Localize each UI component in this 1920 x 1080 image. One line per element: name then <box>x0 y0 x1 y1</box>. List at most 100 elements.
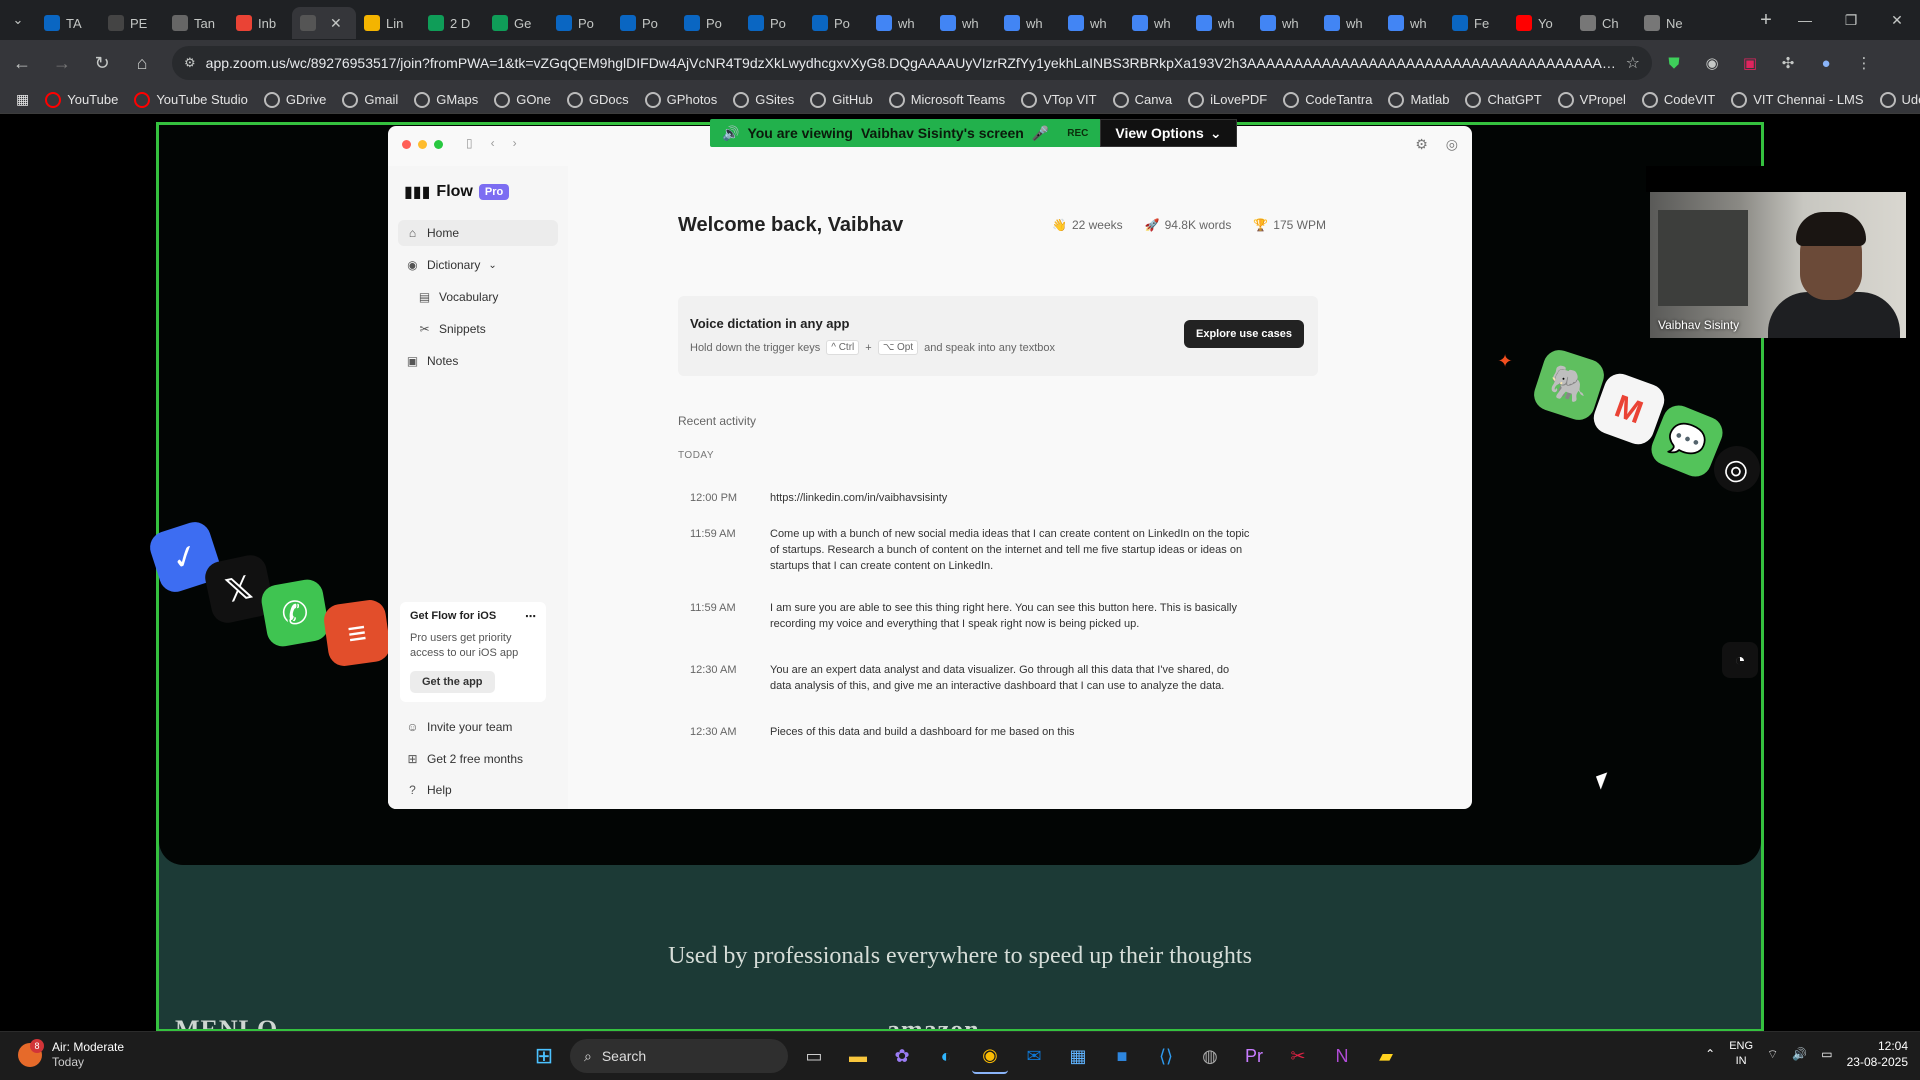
weather-widget[interactable]: 8 Air: Moderate Today <box>18 1039 124 1070</box>
bookmark-item[interactable]: ChatGPT <box>1457 86 1549 114</box>
bookmark-item[interactable]: Microsoft Teams <box>881 86 1013 114</box>
bookmark-item[interactable]: GSites <box>725 86 802 114</box>
zoom-dot-icon[interactable] <box>434 140 443 149</box>
battery-icon[interactable]: ▭ <box>1821 1047 1832 1061</box>
activity-row[interactable]: 12:30 AM You are an expert data analyst a… <box>690 662 1250 694</box>
bookmark-item[interactable]: Matlab <box>1380 86 1457 114</box>
bookmark-item[interactable]: VTop VIT <box>1013 86 1104 114</box>
clock[interactable]: 12:04 23-08-2025 <box>1847 1038 1908 1070</box>
forward-button[interactable]: → <box>44 45 80 81</box>
browser-tab[interactable]: Po <box>612 7 676 39</box>
nav-vocabulary[interactable]: ▤ Vocabulary <box>398 284 558 310</box>
view-options-button[interactable]: View Options ⌄ <box>1100 119 1237 147</box>
bookmark-item[interactable]: VIT Chennai - LMS <box>1723 86 1871 114</box>
bookmark-item[interactable]: YouTube Studio <box>126 86 256 114</box>
bookmark-item[interactable]: YouTube <box>37 86 126 114</box>
premiere-icon[interactable]: Pr <box>1236 1038 1272 1074</box>
tray-chevron-up-icon[interactable]: ⌃ <box>1705 1047 1715 1061</box>
onenote-icon[interactable]: N <box>1324 1038 1360 1074</box>
bookmark-item[interactable]: GOne <box>486 86 559 114</box>
explore-use-cases-button[interactable]: Explore use cases <box>1183 320 1304 348</box>
back-button[interactable]: ← <box>4 45 40 81</box>
home-button[interactable]: ⌂ <box>124 45 160 81</box>
back-arrow-icon[interactable]: ‹ <box>491 136 495 150</box>
activity-row[interactable]: 12:30 AM Pieces of this data and build a … <box>690 724 1250 740</box>
nav-home[interactable]: ⌂ Home <box>398 220 558 246</box>
copilot-icon[interactable]: ✿ <box>884 1038 920 1074</box>
close-window-button[interactable]: ✕ <box>1874 0 1920 40</box>
browser-tab[interactable]: 2 D <box>420 7 484 39</box>
apps-grid-icon[interactable]: ▦ <box>8 86 37 114</box>
steam-icon[interactable]: ◍ <box>1192 1038 1228 1074</box>
browser-tab[interactable]: wh <box>868 7 932 39</box>
bookmark-item[interactable]: GitHub <box>802 86 880 114</box>
tab-close-icon[interactable]: ✕ <box>330 15 342 32</box>
browser-tab[interactable]: wh <box>1316 7 1380 39</box>
browser-tab[interactable]: Po <box>548 7 612 39</box>
nav-free-months[interactable]: ⊞ Get 2 free months <box>398 746 558 772</box>
browser-tab[interactable]: wh <box>1252 7 1316 39</box>
menu-kebab-icon[interactable]: ⋮ <box>1848 47 1880 79</box>
tab-search-button[interactable]: ⌄ <box>0 0 36 40</box>
sidebar-toggle-icon[interactable]: ▯ <box>466 136 473 150</box>
browser-tab[interactable]: Fe <box>1444 7 1508 39</box>
profile-avatar[interactable]: ● <box>1810 47 1842 79</box>
activity-row[interactable]: 11:59 AM Come up with a bunch of new soci… <box>690 526 1250 574</box>
extensions-puzzle-icon[interactable]: ✣ <box>1772 47 1804 79</box>
browser-tab[interactable]: Po <box>740 7 804 39</box>
browser-tab[interactable]: Ch <box>1572 7 1636 39</box>
sticky-notes-icon[interactable]: ▰ <box>1368 1038 1404 1074</box>
bookmark-item[interactable]: Gmail <box>334 86 406 114</box>
bookmark-item[interactable]: CodeVIT <box>1634 86 1723 114</box>
bookmark-item[interactable]: Canva <box>1105 86 1181 114</box>
browser-tab[interactable]: Yo <box>1508 7 1572 39</box>
browser-tab[interactable]: Ge <box>484 7 548 39</box>
file-explorer-icon[interactable]: ▬ <box>840 1038 876 1074</box>
start-windows-icon[interactable]: ⊞ <box>526 1038 562 1074</box>
get-app-button[interactable]: Get the app <box>410 671 495 693</box>
bookmark-item[interactable]: GMaps <box>406 86 486 114</box>
browser-tab[interactable]: TA <box>36 7 100 39</box>
store-icon[interactable]: ▦ <box>1060 1038 1096 1074</box>
browser-tab[interactable]: Lin <box>356 7 420 39</box>
restore-button[interactable]: ❐ <box>1828 0 1874 40</box>
activity-row[interactable]: 12:00 PM https://linkedin.com/in/vaibhavs… <box>690 490 1250 506</box>
browser-tab[interactable]: wh <box>996 7 1060 39</box>
new-tab-button[interactable]: + <box>1750 4 1782 36</box>
bookmark-item[interactable]: GDocs <box>559 86 637 114</box>
vscode-icon[interactable]: ⟨⟩ <box>1148 1038 1184 1074</box>
camera-extension-icon[interactable]: ◉ <box>1696 47 1728 79</box>
more-icon[interactable]: ⋯ <box>525 610 536 623</box>
bookmark-star-icon[interactable]: ☆ <box>1626 53 1640 73</box>
chrome-icon[interactable]: ◉ <box>972 1038 1008 1074</box>
browser-tab[interactable]: wh <box>1060 7 1124 39</box>
snipping-tool-icon[interactable]: ✂ <box>1280 1038 1316 1074</box>
wifi-icon[interactable]: ⌔ <box>1767 1047 1778 1062</box>
minimize-dot-icon[interactable] <box>418 140 427 149</box>
task-view-icon[interactable]: ▭ <box>796 1038 832 1074</box>
volume-icon[interactable]: 🔊 <box>1792 1047 1807 1061</box>
browser-tab[interactable]: ✕ <box>292 7 356 39</box>
bookmark-item[interactable]: GDrive <box>256 86 334 114</box>
browser-tab[interactable]: wh <box>1188 7 1252 39</box>
nav-invite-team[interactable]: ☺ Invite your team <box>398 714 558 740</box>
nav-dictionary[interactable]: ◉ Dictionary ⌄ <box>398 252 558 278</box>
browser-tab[interactable]: Inb <box>228 7 292 39</box>
app-blue-icon[interactable]: ■ <box>1104 1038 1140 1074</box>
forward-arrow-icon[interactable]: › <box>513 136 517 150</box>
activity-row[interactable]: 11:59 AM I am sure you are able to see th… <box>690 600 1250 632</box>
outlook-icon[interactable]: ✉ <box>1016 1038 1052 1074</box>
close-dot-icon[interactable] <box>402 140 411 149</box>
browser-tab[interactable]: wh <box>1380 7 1444 39</box>
edge-icon[interactable]: ◐ <box>928 1038 964 1074</box>
browser-tab[interactable]: Po <box>804 7 868 39</box>
nav-notes[interactable]: ▣ Notes <box>398 348 558 374</box>
browser-tab[interactable]: Ne <box>1636 7 1700 39</box>
browser-tab[interactable]: wh <box>932 7 996 39</box>
shield-extension-icon[interactable]: ⛊ <box>1658 47 1690 79</box>
nav-help[interactable]: ? Help <box>398 777 558 803</box>
minimize-button[interactable]: — <box>1782 0 1828 40</box>
language-indicator[interactable]: ENG IN <box>1729 1039 1753 1069</box>
site-info-icon[interactable]: ⚙ <box>184 55 196 71</box>
browser-tab[interactable]: wh <box>1124 7 1188 39</box>
